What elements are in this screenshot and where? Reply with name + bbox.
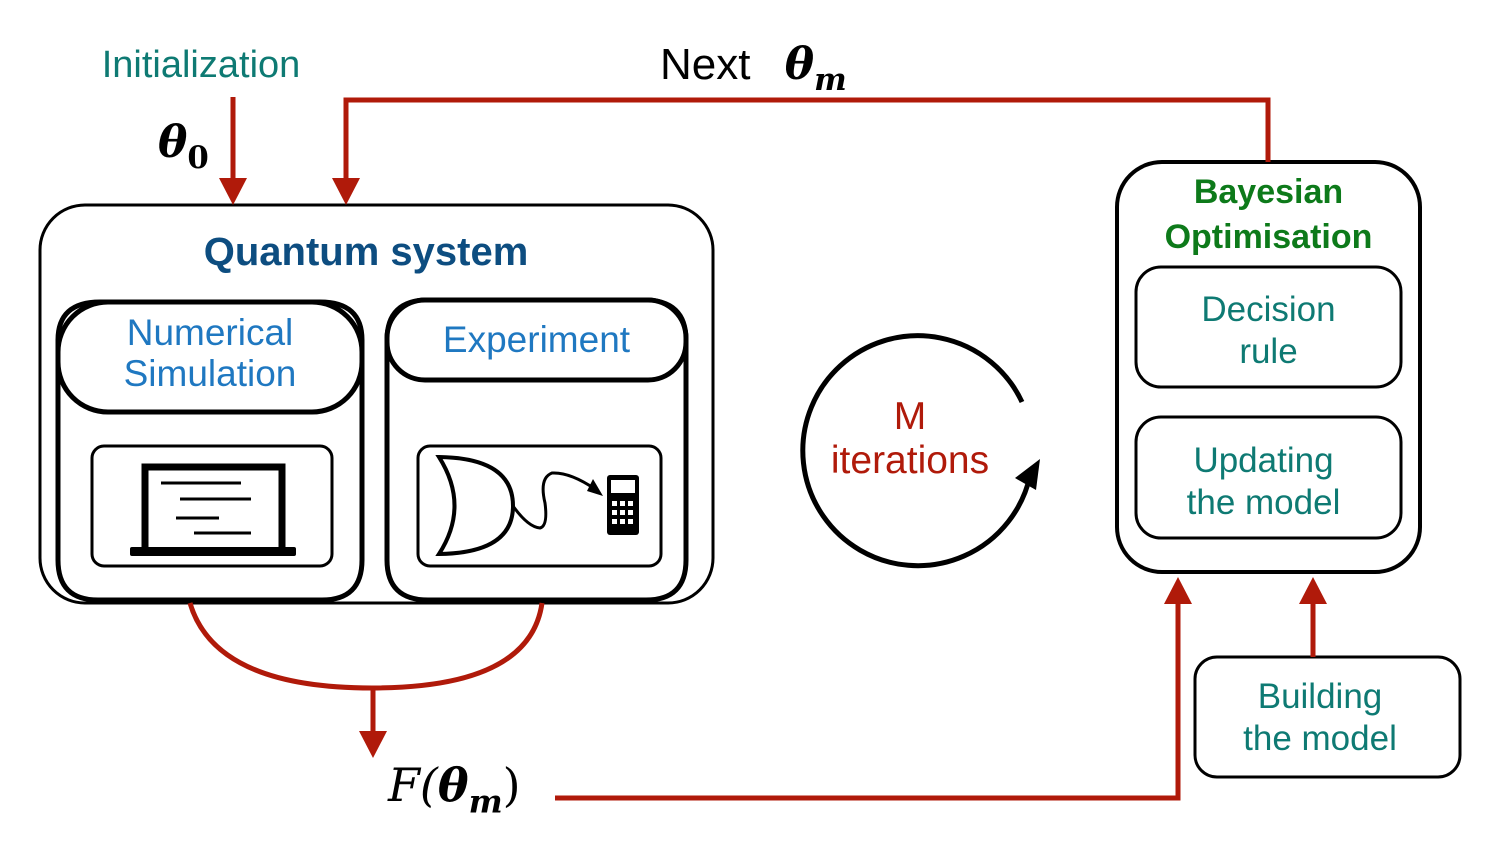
theta-zero-subscript: 0 (187, 139, 209, 176)
bayesian-optimisation-title: Bayesian Optimisation (1117, 170, 1420, 260)
decision-rule-label: Decision rule (1136, 289, 1401, 373)
fidelity-theta-subscript: m (468, 782, 503, 821)
detector-calculator-icon (435, 454, 639, 557)
updating-model-line1: Updating (1193, 441, 1334, 480)
quantum-system-title: Quantum system (203, 230, 529, 274)
next-theta-math: θm (784, 39, 847, 97)
fidelity-function: F( (388, 758, 438, 812)
numerical-simulation-label: Numerical Simulation (58, 312, 362, 395)
decision-rule-line1: Decision (1201, 290, 1336, 329)
building-model-line2: the model (1243, 719, 1397, 758)
fidelity-output-label: F(θm) (388, 758, 521, 821)
next-theta-subscript: m (814, 61, 847, 98)
iterations-label: M iterations (800, 395, 1020, 482)
next-theta-label: Next θm (660, 40, 847, 97)
updating-model-line2: the model (1186, 483, 1341, 522)
laptop-icon (130, 463, 296, 556)
building-model-label: Building the model (1195, 676, 1445, 760)
numerical-simulation-line2: Simulation (123, 353, 297, 395)
measurement-output-arrow (187, 602, 545, 758)
iterations-line1: M (893, 395, 927, 438)
theta-zero-label: θ0 (158, 118, 209, 175)
next-word: Next (660, 40, 751, 89)
numerical-simulation-line1: Numerical (126, 312, 294, 353)
theta-zero-symbol: θ (158, 117, 188, 168)
fidelity-to-bayesian-arrow (555, 577, 1192, 801)
fidelity-close-paren: ) (502, 758, 521, 812)
iterations-line2: iterations (830, 438, 990, 482)
building-to-bayesian-arrow (1299, 577, 1327, 657)
experiment-label: Experiment (442, 319, 631, 360)
bayesian-optimisation-diagram: Initialization θ0 Next θm Quantum system… (0, 0, 1500, 843)
updating-model-label: Updating the model (1126, 440, 1401, 524)
next-theta-symbol: θ (784, 39, 815, 90)
fidelity-theta-symbol: θ (437, 758, 469, 812)
initialization-arrow (219, 97, 247, 205)
building-model-line1: Building (1257, 677, 1383, 716)
decision-rule-line2: rule (1239, 332, 1298, 371)
bayesian-title-line2: Optimisation (1164, 217, 1373, 256)
bayesian-title-line1: Bayesian (1193, 173, 1344, 211)
initialization-label: Initialization (101, 44, 301, 86)
